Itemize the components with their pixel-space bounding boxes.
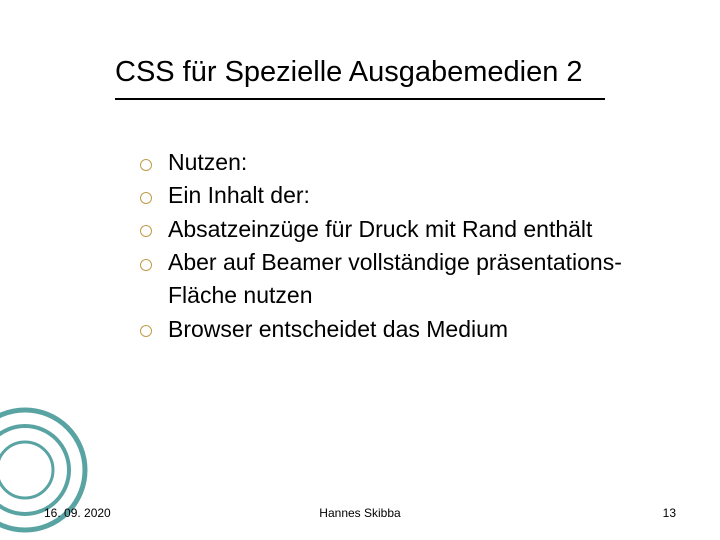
bullet-icon xyxy=(140,225,152,237)
slide-body: Nutzen: Ein Inhalt der: Absatzeinzüge fü… xyxy=(140,146,660,346)
bullet-icon xyxy=(140,325,152,337)
slide-title: CSS für Spezielle Ausgabemedien 2 xyxy=(115,56,583,89)
bullet-text: Ein Inhalt der: xyxy=(168,182,310,208)
list-item: Nutzen: xyxy=(140,146,660,179)
list-item: Browser entscheidet das Medium xyxy=(140,313,660,346)
slide: CSS für Spezielle Ausgabemedien 2 Nutzen… xyxy=(0,0,720,540)
bullet-text: Aber auf Beamer vollständige präsentatio… xyxy=(168,249,622,308)
bullet-icon xyxy=(140,259,152,271)
list-item: Absatzeinzüge für Druck mit Rand enthält xyxy=(140,213,660,246)
footer-date: 16. 09. 2020 xyxy=(44,506,111,520)
list-item: Ein Inhalt der: xyxy=(140,179,660,212)
bullet-text: Nutzen: xyxy=(168,149,247,175)
slide-footer: 16. 09. 2020 Hannes Skibba 13 xyxy=(0,500,720,520)
bullet-text: Absatzeinzüge für Druck mit Rand enthält xyxy=(168,216,592,242)
list-item: Aber auf Beamer vollständige präsentatio… xyxy=(140,246,660,313)
bullet-icon xyxy=(140,192,152,204)
bullet-icon xyxy=(140,159,152,171)
footer-page-number: 13 xyxy=(663,506,676,520)
footer-author: Hannes Skibba xyxy=(319,506,400,520)
bullet-text: Browser entscheidet das Medium xyxy=(168,316,508,342)
title-underline xyxy=(115,98,605,100)
